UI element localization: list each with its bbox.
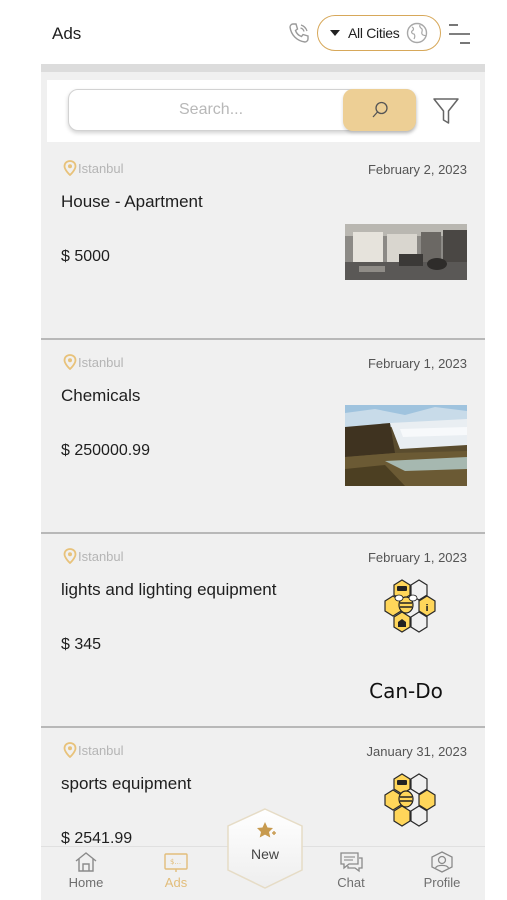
nav-profile-label: Profile	[423, 875, 461, 890]
phone-button[interactable]	[286, 20, 312, 46]
ad-title: lights and lighting equipment	[61, 580, 277, 599]
can-do-logo: i Can-Do	[369, 579, 443, 703]
filter-icon	[433, 98, 459, 124]
app-header: Ads All Cities	[0, 0, 507, 64]
ads-icon: $...	[164, 853, 188, 872]
new-ad-label: New	[250, 846, 279, 862]
ad-date: February 1, 2023	[367, 550, 467, 565]
nav-ads[interactable]: $... Ads	[141, 851, 211, 890]
location-label: Istanbul	[78, 548, 124, 564]
room-photo	[345, 224, 467, 280]
nav-ads-label: Ads	[164, 875, 188, 890]
location-row: Istanbul	[63, 160, 124, 176]
page-title: Ads	[52, 24, 82, 43]
search-icon	[372, 101, 388, 118]
ad-title: Chemicals	[61, 386, 141, 405]
ad-price: $ 250000.99	[61, 442, 150, 459]
nav-profile[interactable]: Profile	[407, 851, 477, 890]
location-pin-icon	[63, 548, 77, 564]
home-icon	[75, 852, 97, 872]
menu-icon	[449, 24, 470, 44]
ad-date: January 31, 2023	[366, 744, 467, 759]
list-item[interactable]: Istanbul February 1, 2023 lights and lig…	[41, 538, 485, 728]
svg-text:i: i	[425, 604, 428, 614]
ad-title: sports equipment	[61, 774, 192, 793]
globe-icon	[406, 22, 428, 44]
nav-chat-label: Chat	[337, 875, 365, 890]
svg-text:$...: $...	[170, 858, 181, 866]
location-pin-icon	[63, 160, 77, 176]
divider	[41, 726, 485, 728]
location-row: Istanbul	[63, 354, 124, 370]
divider	[41, 338, 485, 340]
waterfall-photo	[345, 405, 467, 486]
new-ad-button[interactable]: New	[226, 808, 304, 900]
can-do-logo	[384, 773, 436, 827]
list-item[interactable]: Istanbul February 1, 2023 Chemicals $ 25…	[41, 344, 485, 534]
location-row: Istanbul	[63, 742, 124, 758]
nav-chat[interactable]: Chat	[316, 851, 386, 890]
location-label: Istanbul	[78, 742, 124, 758]
city-selector[interactable]: All Cities	[317, 15, 441, 51]
nav-home-label: Home	[68, 875, 104, 890]
menu-button[interactable]	[446, 22, 472, 46]
location-label: Istanbul	[78, 354, 124, 370]
search-button[interactable]	[343, 89, 416, 131]
logo-text: Can-Do	[369, 679, 443, 703]
location-label: Istanbul	[78, 160, 124, 176]
ad-date: February 2, 2023	[367, 162, 467, 177]
location-pin-icon	[63, 354, 77, 370]
list-item[interactable]: Istanbul February 2, 2023 House - Apartm…	[41, 150, 485, 340]
phone-icon	[289, 23, 309, 43]
ad-title: House - Apartment	[61, 192, 203, 211]
ad-price: $ 345	[61, 636, 102, 653]
caret-down-icon	[330, 30, 340, 36]
chat-icon	[340, 852, 363, 873]
filter-button[interactable]	[432, 96, 460, 126]
divider	[41, 532, 485, 534]
ad-date: February 1, 2023	[367, 356, 467, 371]
ad-price: $ 5000	[61, 248, 110, 265]
location-row: Istanbul	[63, 548, 124, 564]
profile-icon	[431, 851, 453, 873]
location-pin-icon	[63, 742, 77, 758]
city-selector-label: All Cities	[348, 25, 400, 41]
nav-home[interactable]: Home	[51, 851, 121, 890]
